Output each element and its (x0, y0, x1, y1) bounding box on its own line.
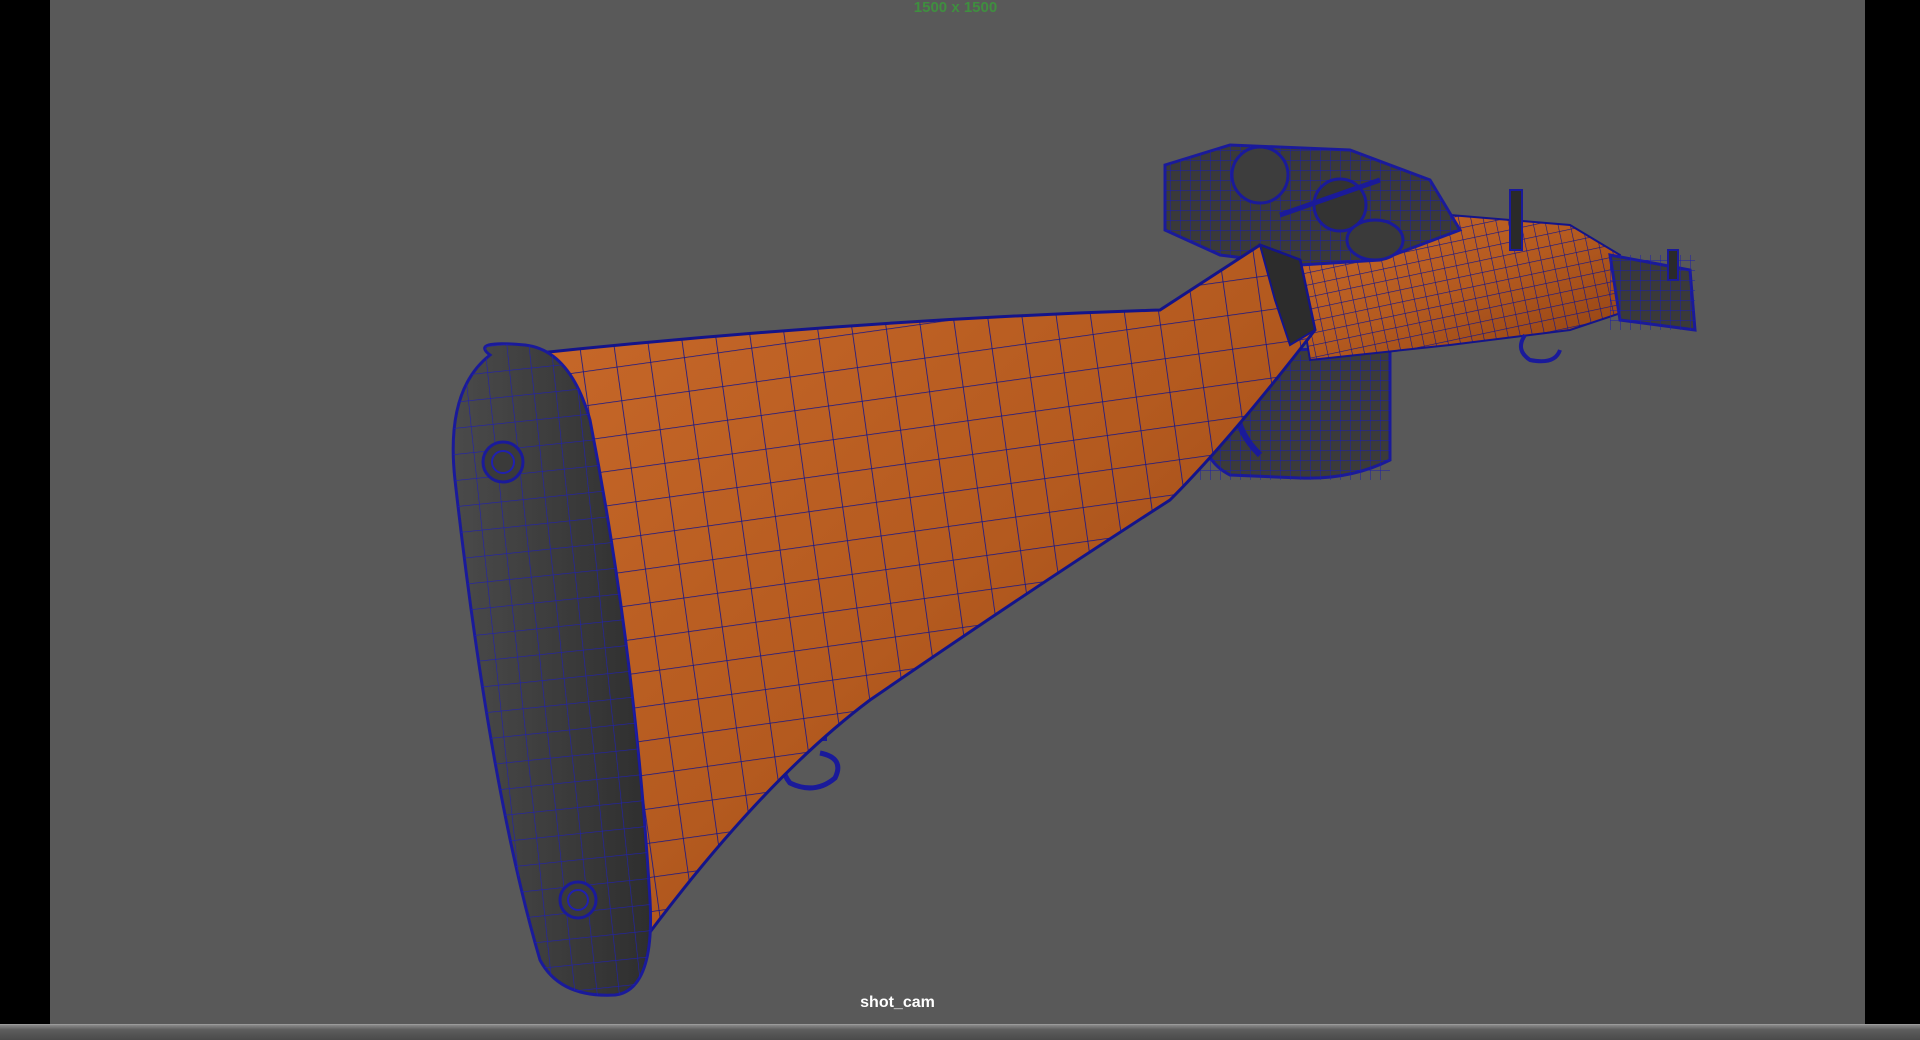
rifle-model[interactable] (50, 0, 1865, 1024)
viewport-bottom-bar (0, 1024, 1920, 1040)
camera-name-label: shot_cam (860, 994, 935, 1011)
3d-viewport[interactable]: 1500 x 1500 shot_cam (50, 0, 1865, 1024)
receiver (1163, 143, 1463, 267)
